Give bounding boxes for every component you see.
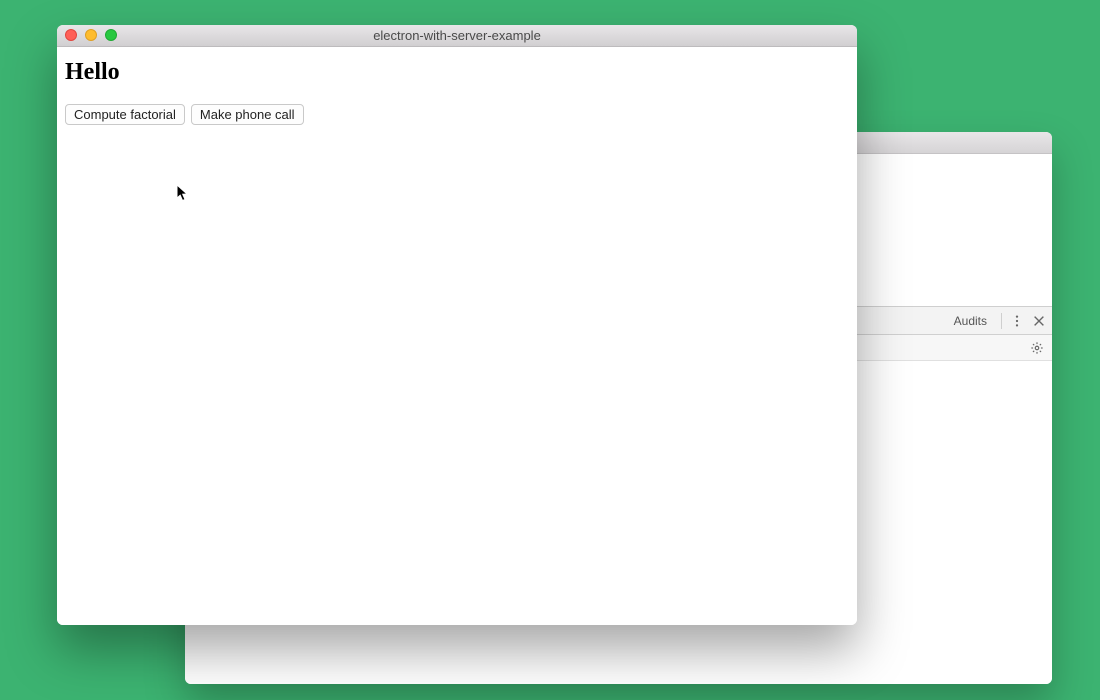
electron-window: electron-with-server-example Hello Compu… <box>57 25 857 625</box>
page-title: Hello <box>65 59 849 86</box>
divider <box>1001 313 1002 329</box>
window-minimize-button[interactable] <box>85 29 97 41</box>
window-titlebar[interactable]: electron-with-server-example <box>57 25 857 47</box>
window-zoom-button[interactable] <box>105 29 117 41</box>
tab-audits[interactable]: Audits <box>948 314 993 328</box>
make-phone-call-button[interactable]: Make phone call <box>191 104 304 125</box>
close-icon[interactable] <box>1032 314 1046 328</box>
traffic-lights <box>65 29 117 41</box>
window-content: Hello Compute factorial Make phone call <box>57 47 857 625</box>
compute-factorial-button[interactable]: Compute factorial <box>65 104 185 125</box>
window-title: electron-with-server-example <box>57 28 857 43</box>
more-vertical-icon[interactable] <box>1010 314 1024 328</box>
gear-icon[interactable] <box>1030 341 1044 355</box>
window-close-button[interactable] <box>65 29 77 41</box>
button-row: Compute factorial Make phone call <box>65 104 849 125</box>
